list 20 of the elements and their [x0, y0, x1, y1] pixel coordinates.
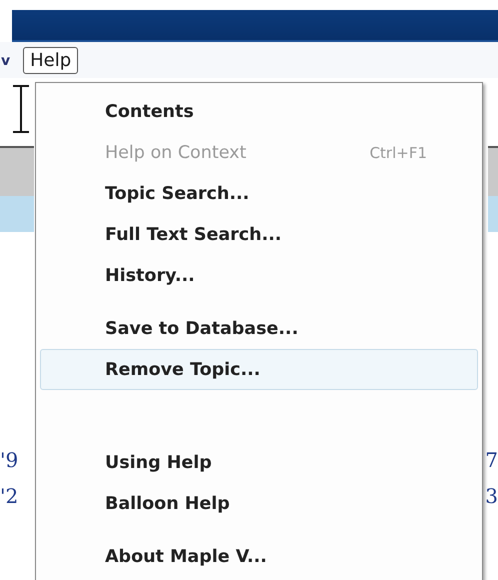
text-cursor-icon[interactable]	[10, 84, 32, 134]
menu-item[interactable]: Save to Database...	[40, 308, 478, 349]
column-header	[488, 146, 498, 196]
menu-item[interactable]: Help	[23, 46, 78, 74]
menu-item[interactable]: Full Text Search...	[40, 214, 478, 255]
cell-value: 3	[485, 484, 498, 508]
cell-value: 7	[485, 448, 498, 472]
menu-item[interactable]: Remove Topic...	[40, 349, 478, 390]
menu-item[interactable]: Contents	[40, 91, 478, 132]
cell-value: '2	[0, 484, 20, 508]
menu-item[interactable]: Balloon Help	[40, 483, 478, 524]
selected-row	[488, 196, 498, 232]
menu-item[interactable]: v	[0, 50, 16, 70]
selected-row	[0, 196, 34, 232]
menu-item[interactable]: About Maple V...	[40, 536, 478, 577]
column-header	[0, 146, 34, 196]
menu-item[interactable]: Topic Search...	[40, 173, 478, 214]
menu-item[interactable]: Using Help	[40, 442, 478, 483]
cell-value: '9	[0, 448, 20, 472]
menu-item[interactable]: History...	[40, 255, 478, 296]
